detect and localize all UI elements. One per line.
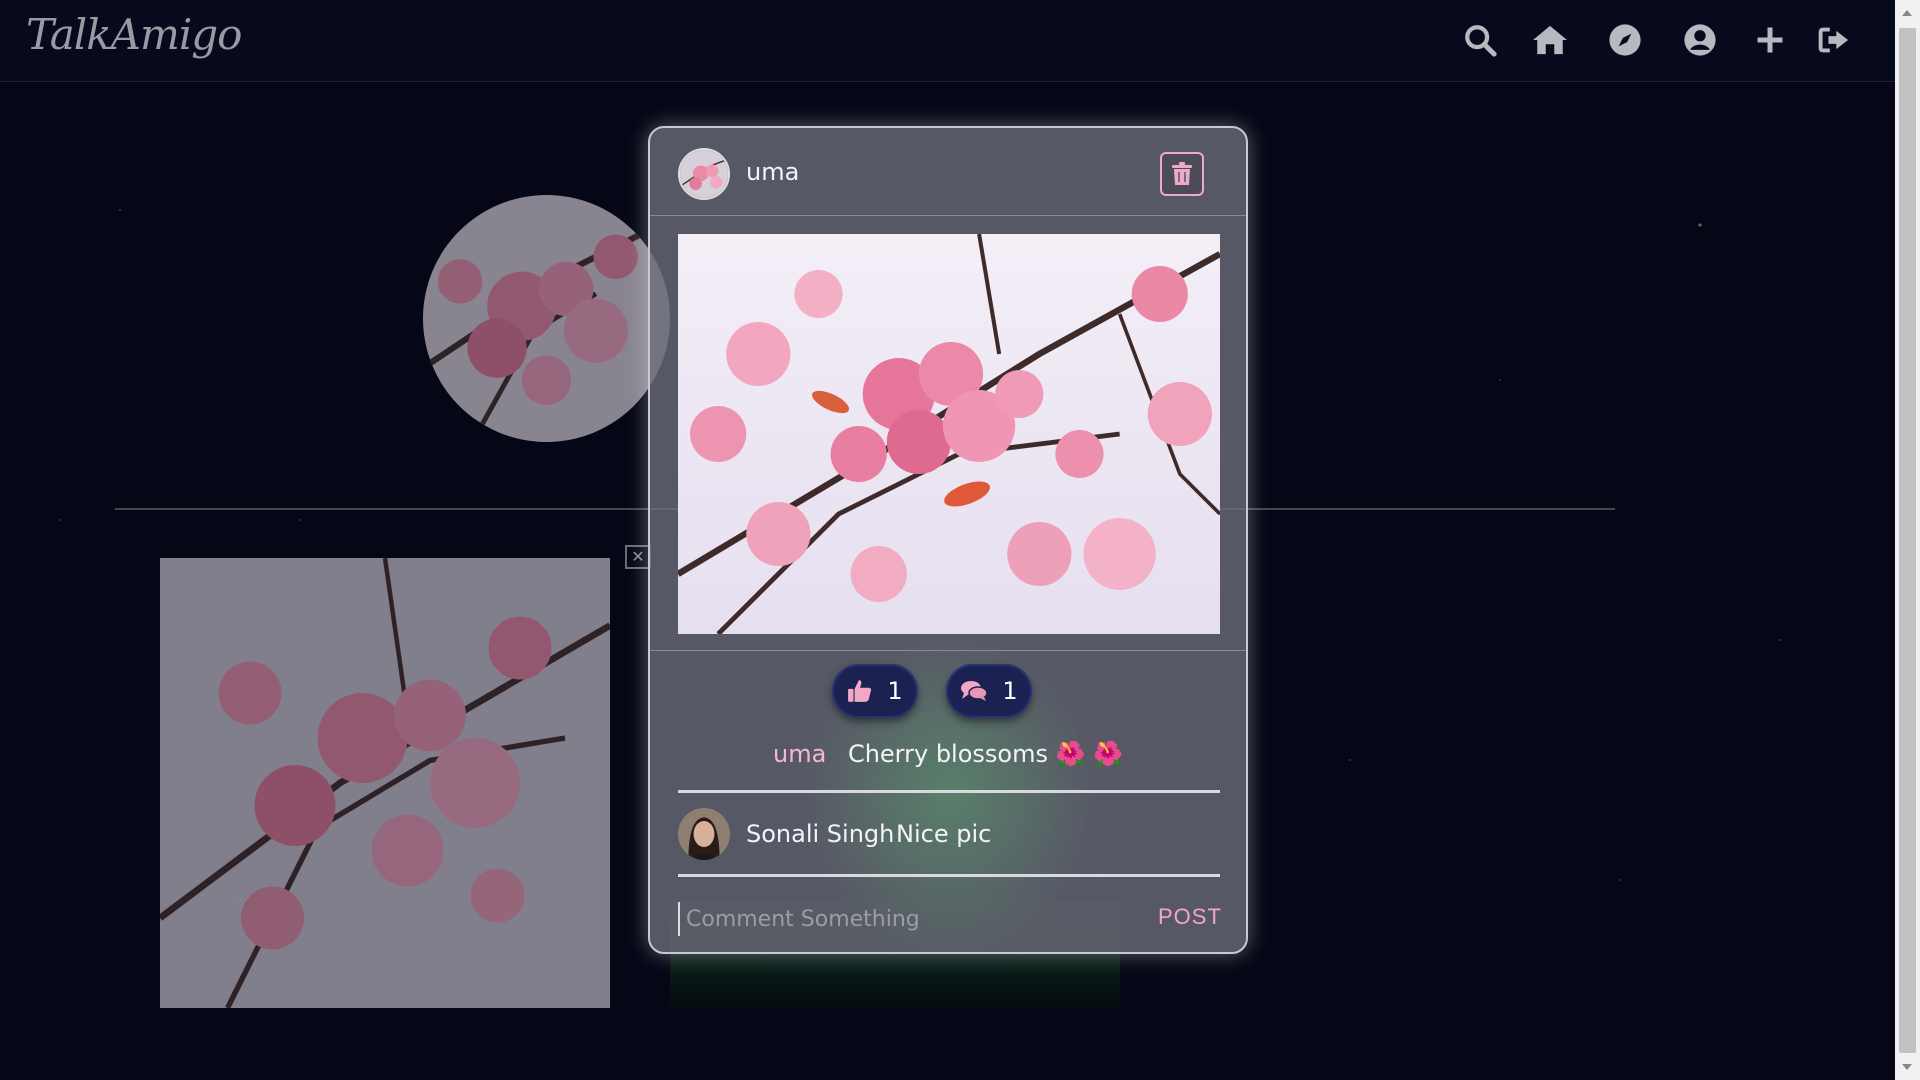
scroll-thumb[interactable] bbox=[1899, 28, 1916, 1053]
page-scrollbar[interactable] bbox=[1895, 0, 1920, 1080]
avatar[interactable] bbox=[678, 148, 730, 200]
commenter-name[interactable]: Sonali Singh bbox=[746, 820, 894, 848]
comments-divider bbox=[678, 874, 1220, 877]
delete-post-button[interactable] bbox=[1160, 152, 1204, 196]
like-button[interactable]: 1 bbox=[832, 664, 918, 718]
caption-username[interactable]: uma bbox=[773, 740, 826, 768]
caption-divider bbox=[678, 790, 1220, 793]
commenter-avatar[interactable] bbox=[678, 808, 730, 860]
comment-count: 1 bbox=[1002, 677, 1018, 705]
post-comment-button[interactable]: POST bbox=[1158, 904, 1222, 930]
comment-input[interactable] bbox=[678, 902, 1118, 936]
scroll-up-arrow-icon[interactable] bbox=[1902, 10, 1912, 16]
comment-item: Sonali Singh Nice pic bbox=[678, 808, 1220, 862]
thumbs-up-icon bbox=[848, 680, 872, 702]
post-modal: uma 1 1 uma Cherry blossoms 🌺 🌺 Sonali S… bbox=[648, 126, 1248, 954]
post-caption: uma Cherry blossoms 🌺 🌺 bbox=[650, 740, 1246, 768]
post-username[interactable]: uma bbox=[746, 158, 799, 186]
profile-picture bbox=[423, 195, 670, 442]
caption-text: Cherry blossoms 🌺 🌺 bbox=[847, 740, 1123, 768]
scroll-down-arrow-icon[interactable] bbox=[1902, 1064, 1912, 1070]
comments-button[interactable]: 1 bbox=[946, 664, 1032, 718]
comments-icon bbox=[961, 681, 989, 701]
trash-icon bbox=[1172, 162, 1192, 185]
grid-post-thumbnail[interactable] bbox=[160, 558, 610, 1008]
actions-divider bbox=[650, 650, 1246, 651]
post-header: uma bbox=[650, 128, 1246, 216]
like-count: 1 bbox=[887, 677, 903, 705]
post-image[interactable] bbox=[678, 234, 1220, 634]
comment-text: Nice pic bbox=[896, 820, 992, 848]
